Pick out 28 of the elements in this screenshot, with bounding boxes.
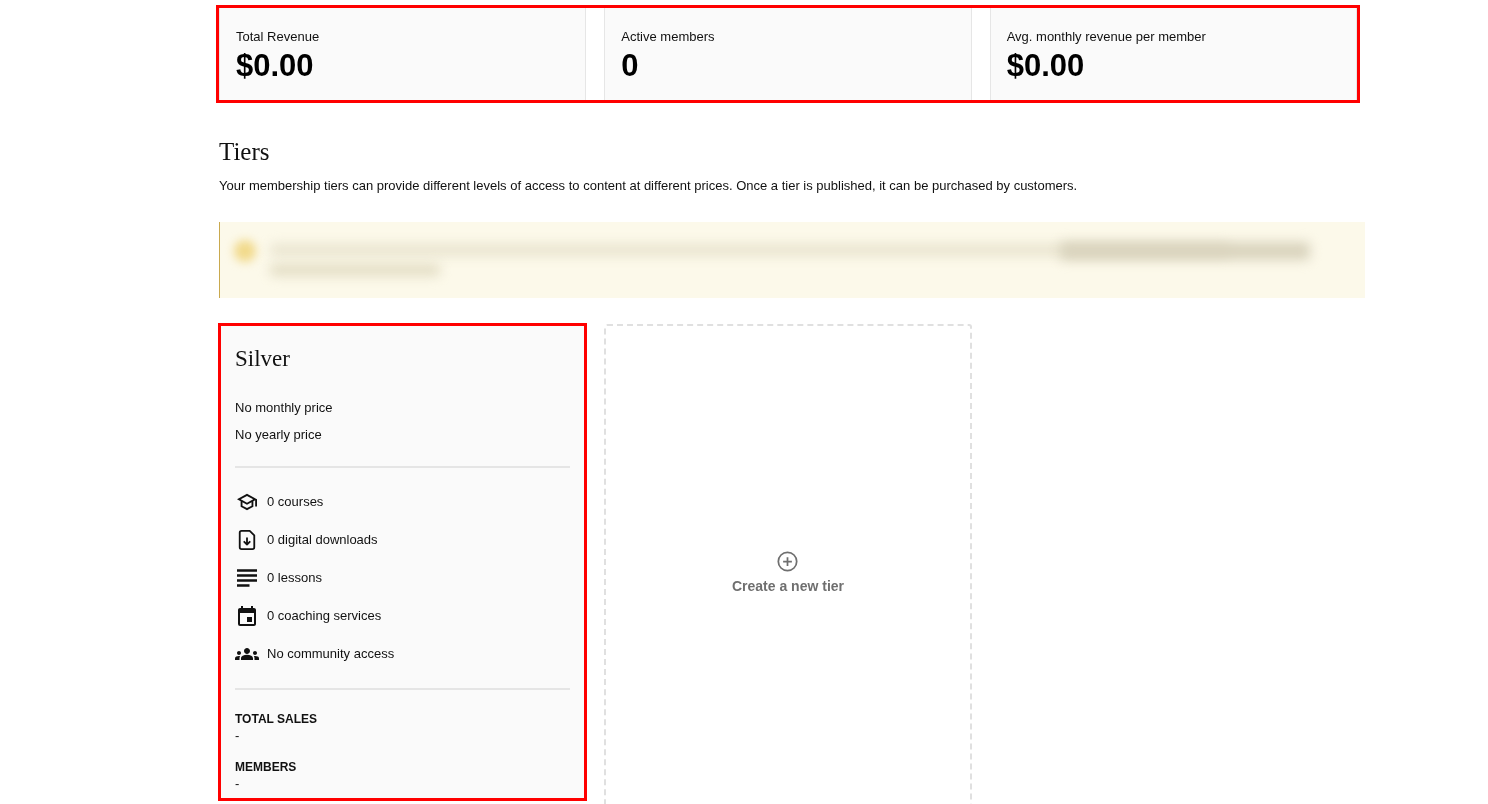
feature-text: 0 digital downloads [267, 531, 378, 549]
stat-label: MEMBERS [235, 759, 297, 775]
tier-name: Silver [235, 345, 290, 373]
stat-label: TOTAL SALES [235, 711, 317, 727]
file-download-icon [236, 530, 257, 550]
price-text: No monthly price [235, 399, 333, 417]
people-group-icon [234, 647, 259, 661]
stat-value: $0.00 [236, 47, 314, 85]
tier-card[interactable]: Silver No monthly price No yearly price 0 courses 0 digital downloads 0 lessons 0 coaching services No community access TOTAL SALES - MEMBERS - [219, 324, 587, 800]
stat-label: Avg. monthly revenue per member [1006, 28, 1206, 46]
create-tier-button[interactable]: Create a new tier [604, 324, 972, 804]
feature-text: No community access [267, 645, 395, 663]
stat-label: Active members [621, 28, 715, 46]
stat-label: Total Revenue [236, 28, 320, 46]
plus-circle-icon [777, 551, 799, 572]
stat-value: - [235, 727, 240, 745]
price-text: No yearly price [235, 426, 322, 444]
stat-value: - [235, 775, 240, 793]
feature-text: 0 coaching services [267, 607, 382, 625]
stat-value: $0.00 [1006, 47, 1085, 85]
stat-value: 0 [621, 47, 639, 85]
text-lines-icon [236, 568, 257, 588]
section-description: Your membership tiers can provide different levels of access to content at different prices. Once a tier is published, it can be purchased by customers. [219, 177, 1079, 195]
feature-text: 0 courses [267, 493, 324, 511]
calendar-icon [236, 606, 257, 626]
feature-text: 0 lessons [267, 569, 322, 587]
section-title: Tiers [219, 137, 270, 167]
graduation-cap-icon [236, 492, 257, 512]
